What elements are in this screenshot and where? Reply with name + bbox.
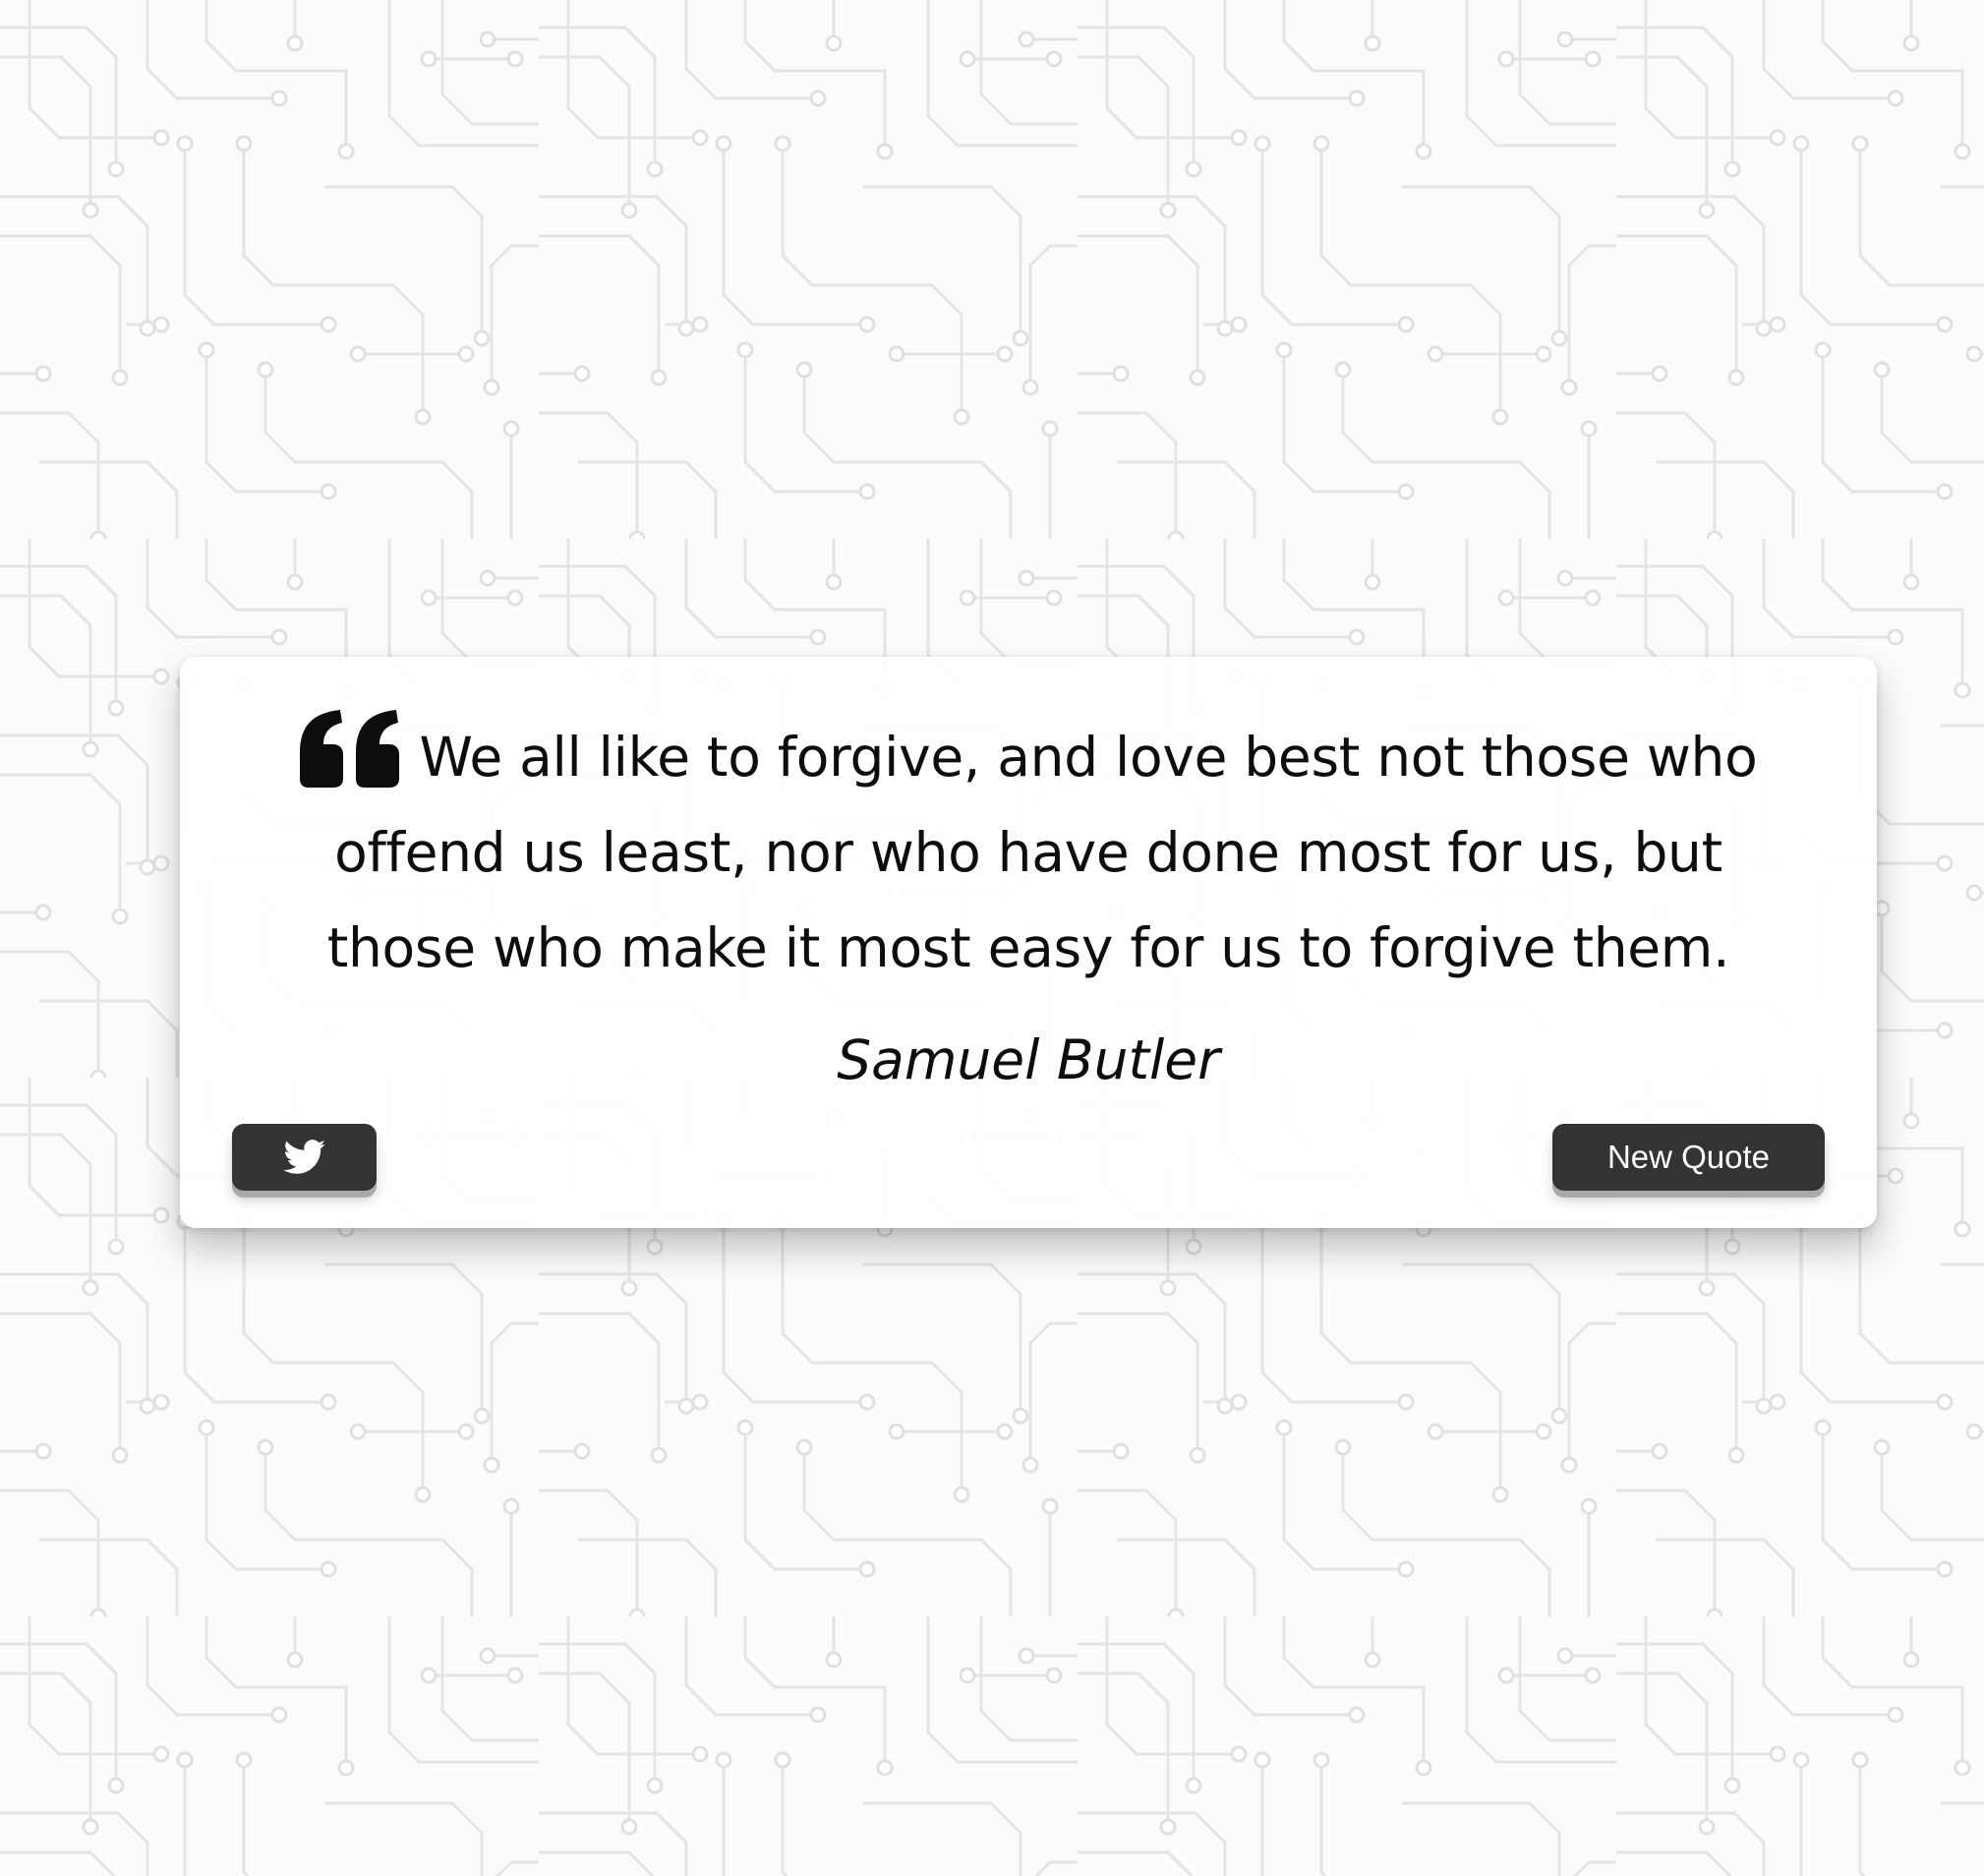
quote-box: We all like to forgive, and love best no… bbox=[180, 657, 1877, 1228]
tweet-button[interactable] bbox=[232, 1124, 377, 1191]
twitter-icon bbox=[282, 1140, 325, 1174]
quote-left-icon bbox=[299, 710, 402, 788]
new-quote-button[interactable]: New Quote bbox=[1552, 1124, 1825, 1191]
quote-text: We all like to forgive, and love best no… bbox=[326, 726, 1758, 979]
quote-text-block: We all like to forgive, and love best no… bbox=[270, 710, 1786, 996]
quote-author: Samuel Butler bbox=[837, 1028, 1220, 1091]
